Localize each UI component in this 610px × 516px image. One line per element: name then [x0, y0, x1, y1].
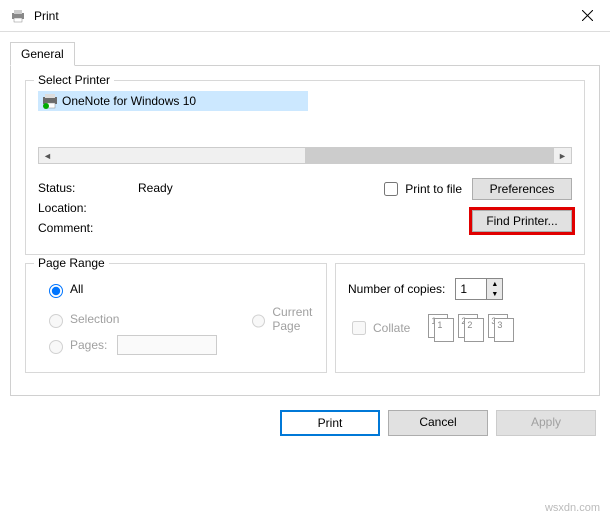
watermark: wsxdn.com [545, 502, 600, 514]
page-range-label: Page Range [34, 256, 109, 270]
close-button[interactable] [565, 0, 610, 32]
radio-selection [49, 314, 63, 328]
collate-icon: 1 1 2 2 3 3 [428, 314, 514, 342]
print-button[interactable]: Print [280, 410, 380, 436]
horizontal-scrollbar[interactable]: ◄ ► [38, 147, 572, 164]
printer-item-label: OneNote for Windows 10 [62, 94, 196, 108]
collate-checkbox [352, 321, 366, 335]
cancel-button[interactable]: Cancel [388, 410, 488, 436]
copies-group: Number of copies: ▲ ▼ Collate 1 [335, 263, 585, 373]
radio-all-label: All [70, 282, 83, 296]
copies-spinner[interactable]: ▲ ▼ [455, 278, 503, 300]
printer-onenote-icon [42, 93, 58, 109]
page-range-group: Page Range All Selection Pages: [25, 263, 327, 373]
apply-button: Apply [496, 410, 596, 436]
status-label: Status: [38, 178, 138, 198]
spinner-down-icon[interactable]: ▼ [487, 289, 502, 299]
scroll-right-icon[interactable]: ► [554, 148, 571, 163]
select-printer-label: Select Printer [34, 73, 114, 87]
print-to-file-label: Print to file [405, 182, 462, 196]
radio-all[interactable] [49, 284, 63, 298]
scroll-left-icon[interactable]: ◄ [39, 148, 56, 163]
printer-item-onenote[interactable]: OneNote for Windows 10 [38, 91, 308, 111]
location-label: Location: [38, 198, 138, 218]
scroll-track[interactable] [56, 148, 305, 163]
scroll-thumb[interactable] [305, 148, 554, 163]
print-to-file-input[interactable] [384, 182, 398, 196]
copies-input[interactable] [456, 279, 486, 299]
tab-general[interactable]: General [10, 42, 75, 66]
radio-pages [49, 340, 63, 354]
window-title: Print [34, 9, 565, 23]
radio-current-page-label: Current Page [272, 305, 314, 333]
copies-label: Number of copies: [348, 282, 445, 296]
printer-list[interactable]: OneNote for Windows 10 [38, 91, 572, 147]
comment-label: Comment: [38, 218, 138, 238]
preferences-button[interactable]: Preferences [472, 178, 572, 200]
title-bar: Print [0, 0, 610, 32]
collate-label: Collate [373, 321, 410, 335]
radio-pages-label: Pages: [70, 338, 107, 352]
printer-icon [10, 8, 26, 24]
pages-input [117, 335, 217, 355]
status-value: Ready [138, 178, 268, 198]
select-printer-group: Select Printer OneNote for Windows 10 ◄ … [25, 80, 585, 255]
find-printer-button[interactable]: Find Printer... [472, 210, 572, 232]
radio-selection-label: Selection [70, 312, 119, 326]
spinner-up-icon[interactable]: ▲ [487, 279, 502, 289]
radio-current-page [252, 314, 265, 328]
print-to-file-checkbox[interactable]: Print to file [380, 179, 462, 199]
